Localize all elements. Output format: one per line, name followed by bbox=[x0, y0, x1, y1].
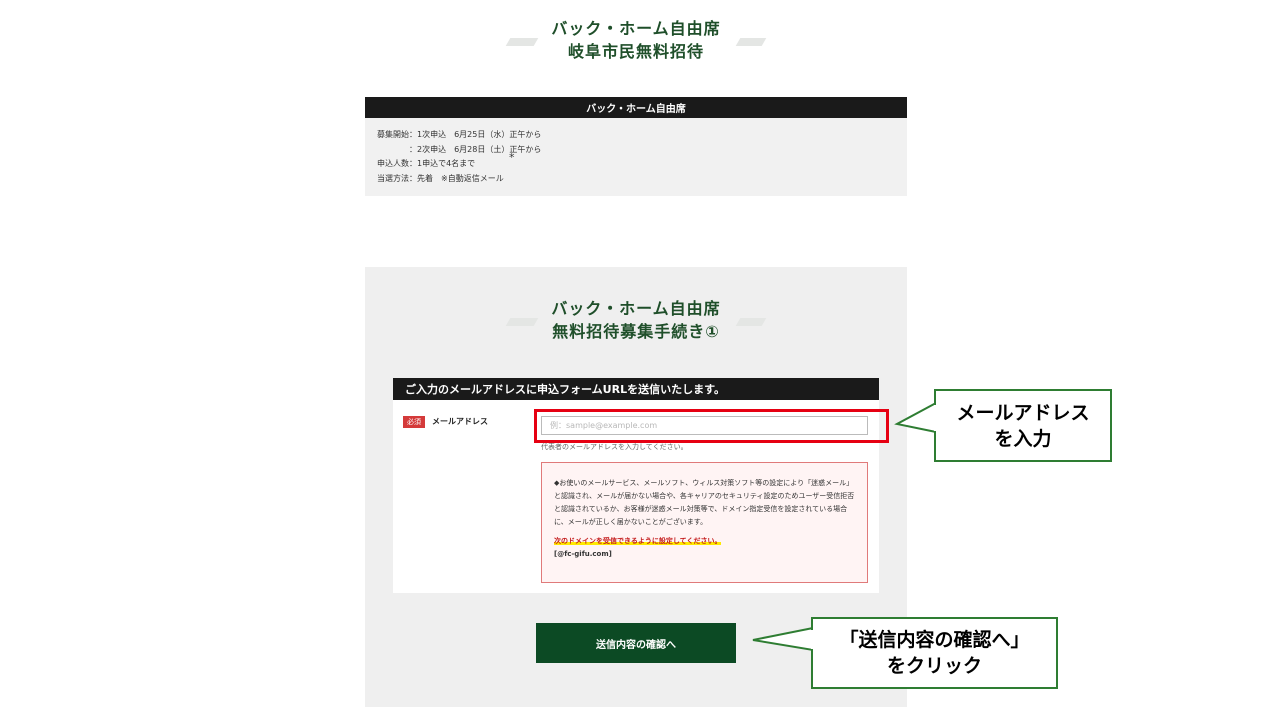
submit-callout-seam bbox=[811, 630, 815, 649]
email-callout: メールアドレス を入力 bbox=[934, 389, 1112, 462]
email-callout-pointer bbox=[894, 401, 937, 434]
submit-callout-line2: をクリック bbox=[886, 655, 982, 677]
submit-callout-pointer bbox=[752, 626, 814, 652]
submit-callout: 「送信内容の確認へ」 をクリック bbox=[811, 617, 1058, 689]
submit-callout-line1: 「送信内容の確認へ」 bbox=[839, 629, 1030, 651]
callout-pointers bbox=[752, 401, 937, 652]
email-callout-seam bbox=[934, 405, 938, 431]
email-callout-line1: メールアドレス bbox=[956, 401, 1090, 424]
email-callout-line2: を入力 bbox=[994, 427, 1052, 450]
